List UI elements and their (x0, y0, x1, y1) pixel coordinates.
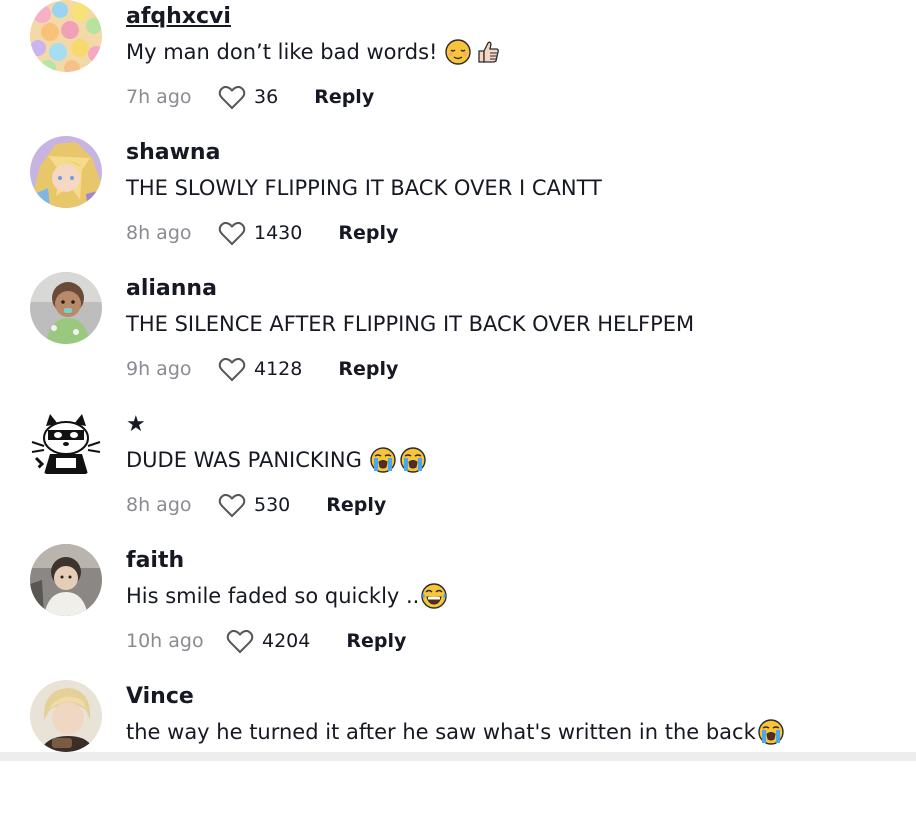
comment-text: THE SILENCE AFTER FLIPPING IT BACK OVER … (126, 309, 694, 339)
avatar[interactable] (30, 272, 102, 344)
loudly-crying-emoji-icon (370, 447, 396, 473)
comment-text-content: My man don’t like bad words! (126, 40, 438, 64)
comment-text: THE SLOWLY FLIPPING IT BACK OVER I CANTT (126, 173, 602, 203)
loudly-crying-emoji-icon (400, 447, 426, 473)
like-button[interactable]: 4128 (218, 356, 338, 382)
username-link[interactable]: shawna (126, 138, 220, 168)
comment-item: ★ DUDE WAS PANICKING 8h ago 530 Reply (0, 408, 916, 544)
comment-item: alianna THE SILENCE AFTER FLIPPING IT BA… (0, 272, 916, 408)
comment-meta: 9h ago 4128 Reply (126, 354, 398, 384)
timestamp: 8h ago (126, 222, 192, 244)
like-count: 36 (254, 86, 279, 108)
comment-text-content: THE SILENCE AFTER FLIPPING IT BACK OVER … (126, 312, 695, 336)
avatar[interactable] (30, 136, 102, 208)
like-button[interactable]: 4204 (226, 628, 346, 654)
comment-text-content: His smile faded so quickly .. (126, 584, 420, 608)
comment-meta: 7h ago 36 Reply (126, 82, 374, 112)
reply-button[interactable]: Reply (338, 358, 398, 380)
like-count: 1430 (254, 222, 303, 244)
reply-button[interactable]: Reply (314, 86, 374, 108)
comment-item: shawna THE SLOWLY FLIPPING IT BACK OVER … (0, 136, 916, 272)
username-link[interactable]: Vince (126, 682, 194, 712)
bottom-scroll-bar (0, 752, 916, 761)
reply-button[interactable]: Reply (338, 222, 398, 244)
timestamp: 9h ago (126, 358, 192, 380)
comment-text-content: the way he turned it after he saw what's… (126, 720, 756, 744)
heart-icon (218, 86, 246, 110)
thumbs-up-emoji-icon (475, 39, 501, 65)
heart-icon (218, 494, 246, 518)
avatar[interactable] (30, 0, 102, 72)
comment-item: faith His smile faded so quickly .. 10h … (0, 544, 916, 680)
comment-item: afqhxcvi My man don’t like bad words! 7h… (0, 0, 916, 136)
like-button[interactable]: 36 (218, 84, 314, 110)
heart-icon (218, 358, 246, 382)
avatar[interactable] (30, 544, 102, 616)
timestamp: 7h ago (126, 86, 192, 108)
comment-text: the way he turned it after he saw what's… (126, 717, 784, 747)
comment-text: My man don’t like bad words! (126, 37, 501, 67)
like-button[interactable]: 1430 (218, 220, 338, 246)
avatar[interactable] (30, 408, 102, 480)
comment-item: Vince the way he turned it after he saw … (0, 680, 916, 816)
avatar[interactable] (30, 680, 102, 752)
username-link[interactable]: faith (126, 546, 184, 576)
username-link[interactable]: alianna (126, 274, 217, 304)
timestamp: 10h ago (126, 630, 204, 652)
like-count: 530 (254, 494, 291, 516)
heart-icon (218, 222, 246, 246)
loudly-crying-emoji-icon (758, 719, 784, 745)
tears-of-joy-emoji-icon (421, 583, 448, 609)
reply-button[interactable]: Reply (346, 630, 406, 652)
relieved-face-emoji-icon (445, 39, 472, 65)
comment-text-content: DUDE WAS PANICKING (126, 448, 362, 472)
heart-icon (226, 630, 254, 654)
comment-meta: 8h ago 530 Reply (126, 490, 386, 520)
like-button[interactable]: 530 (218, 492, 326, 518)
like-count: 4204 (262, 630, 311, 652)
comment-text-content: THE SLOWLY FLIPPING IT BACK OVER I CANTT (126, 176, 602, 200)
timestamp: 8h ago (126, 494, 192, 516)
comment-meta: 10h ago 4204 Reply (126, 626, 406, 656)
comment-text: His smile faded so quickly .. (126, 581, 448, 611)
username-link[interactable]: ★ (126, 410, 146, 440)
username-link[interactable]: afqhxcvi (126, 2, 231, 32)
comment-meta: 8h ago 1430 Reply (126, 218, 398, 248)
like-count: 4128 (254, 358, 303, 380)
reply-button[interactable]: Reply (326, 494, 386, 516)
comment-text: DUDE WAS PANICKING (126, 445, 426, 475)
